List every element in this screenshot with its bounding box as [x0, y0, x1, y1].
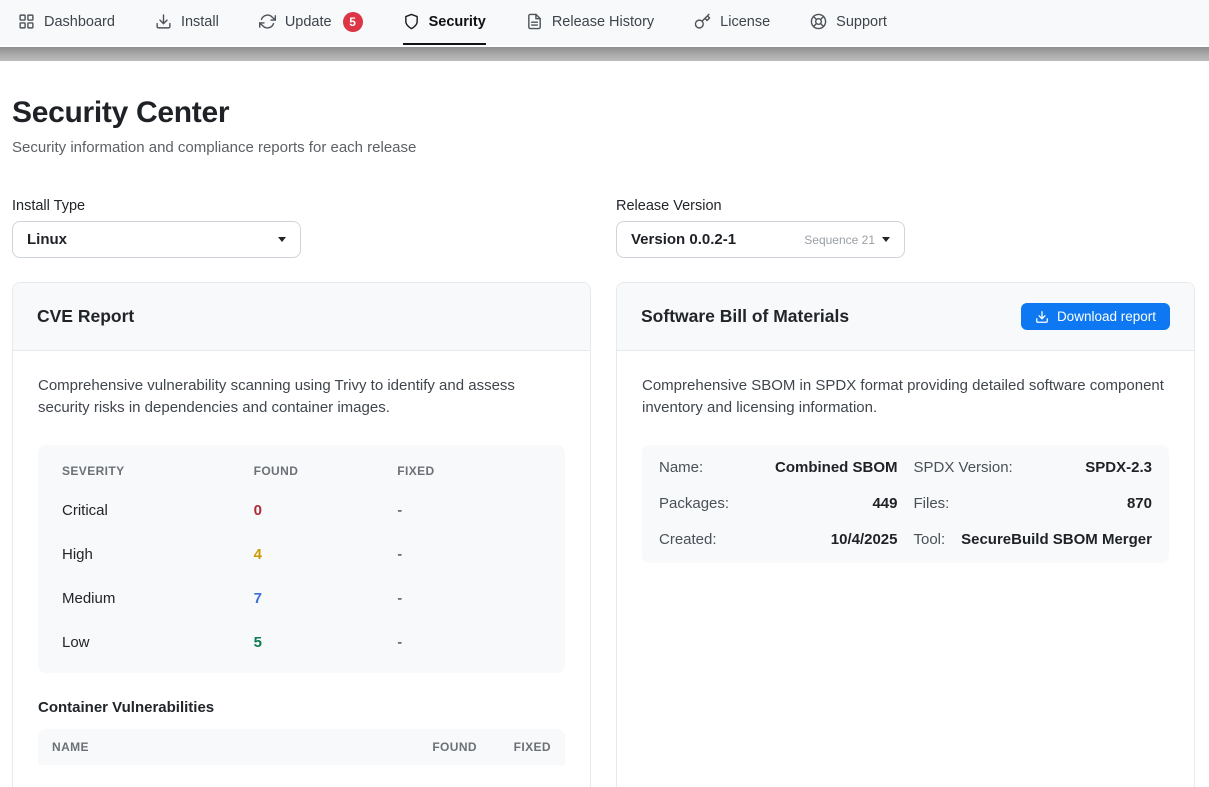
found-count: 7 — [254, 590, 398, 607]
list-item: SPDX Version: SPDX-2.3 — [914, 450, 1153, 486]
release-version-value: Version 0.0.2-1 — [631, 231, 736, 248]
found-count: 4 — [254, 546, 398, 563]
nav-item-security[interactable]: Security — [403, 0, 486, 45]
cve-card-body: Comprehensive vulnerability scanning usi… — [13, 351, 590, 787]
sequence-hint: Sequence 21 — [804, 233, 875, 247]
severity-label: Low — [62, 634, 254, 651]
download-report-button[interactable]: Download report — [1021, 303, 1170, 330]
container-vulnerabilities-table-header: NAME FOUND FIXED — [38, 729, 565, 765]
sbom-field-value: 10/4/2025 — [831, 531, 898, 548]
sbom-field-label: Created: — [659, 531, 717, 548]
sbom-field-value: 449 — [872, 495, 897, 512]
col-found: FOUND — [254, 464, 398, 478]
refresh-icon — [259, 13, 276, 30]
nav-label-dashboard: Dashboard — [44, 14, 115, 30]
release-version-select[interactable]: Version 0.0.2-1 Sequence 21 — [616, 221, 905, 258]
sbom-field-value: SecureBuild SBOM Merger — [961, 531, 1152, 548]
download-icon — [155, 13, 172, 30]
nav-label-release-history: Release History — [552, 14, 654, 30]
download-icon — [1035, 310, 1049, 324]
nav-label-support: Support — [836, 14, 887, 30]
severity-table: SEVERITY FOUND FIXED Critical 0 - High 4… — [38, 445, 565, 673]
sbom-card-body: Comprehensive SBOM in SPDX format provid… — [617, 351, 1194, 587]
nav-item-dashboard[interactable]: Dashboard — [18, 0, 115, 45]
severity-label: High — [62, 546, 254, 563]
col-severity: SEVERITY — [62, 464, 254, 478]
sbom-field-label: Files: — [914, 495, 950, 512]
sbom-field-value: Combined SBOM — [775, 459, 898, 476]
nav-label-security: Security — [429, 14, 486, 30]
col-fixed: FIXED — [477, 740, 551, 754]
nav-item-license[interactable]: License — [694, 0, 770, 45]
nav-item-support[interactable]: Support — [810, 0, 887, 45]
table-row: High 4 - — [38, 533, 565, 577]
found-count: 0 — [254, 502, 398, 519]
cve-card-header: CVE Report — [13, 283, 590, 351]
download-report-label: Download report — [1057, 309, 1156, 324]
table-row: Low 5 - — [38, 621, 565, 665]
sbom-card-title: Software Bill of Materials — [641, 306, 849, 327]
shield-icon — [403, 13, 420, 30]
severity-table-header: SEVERITY FOUND FIXED — [38, 453, 565, 489]
cards-row: CVE Report Comprehensive vulnerability s… — [12, 282, 1195, 787]
list-item: Tool: SecureBuild SBOM Merger — [914, 522, 1153, 558]
fixed-count: - — [397, 634, 541, 651]
nav-label-update: Update — [285, 14, 332, 30]
install-type-select[interactable]: Linux — [12, 221, 301, 258]
chevron-down-icon — [882, 237, 890, 242]
container-vulnerabilities-title: Container Vulnerabilities — [38, 699, 565, 716]
install-type-value: Linux — [27, 231, 67, 248]
update-count-badge: 5 — [343, 12, 363, 32]
list-item: Packages: 449 — [659, 486, 898, 522]
lifebuoy-icon — [810, 13, 827, 30]
grid-icon — [18, 13, 35, 30]
severity-label: Medium — [62, 590, 254, 607]
fixed-count: - — [397, 502, 541, 519]
fixed-count: - — [397, 546, 541, 563]
sbom-field-label: SPDX Version: — [914, 459, 1013, 476]
filters-row: Install Type Linux Release Version Versi… — [12, 198, 1195, 258]
nav-label-install: Install — [181, 14, 219, 30]
severity-label: Critical — [62, 502, 254, 519]
nav-label-license: License — [720, 14, 770, 30]
release-version-field: Release Version Version 0.0.2-1 Sequence… — [616, 198, 1195, 258]
table-row: Critical 0 - — [38, 489, 565, 533]
sbom-card: Software Bill of Materials Download repo… — [616, 282, 1195, 787]
chevron-down-icon — [278, 237, 286, 242]
page-title: Security Center — [12, 96, 1195, 130]
table-row: Medium 7 - — [38, 577, 565, 621]
col-name: NAME — [52, 740, 385, 754]
cve-card-title: CVE Report — [37, 306, 134, 327]
nav-item-install[interactable]: Install — [155, 0, 219, 45]
sbom-field-label: Tool: — [914, 531, 946, 548]
sbom-field-label: Packages: — [659, 495, 729, 512]
col-found: FOUND — [385, 740, 477, 754]
fixed-count: - — [397, 590, 541, 607]
release-version-label: Release Version — [616, 198, 1195, 214]
sbom-description: Comprehensive SBOM in SPDX format provid… — [642, 375, 1169, 419]
list-item: Files: 870 — [914, 486, 1153, 522]
install-type-label: Install Type — [12, 198, 591, 214]
top-navigation: Dashboard Install Update 5 Security Rele… — [0, 0, 1209, 45]
cve-description: Comprehensive vulnerability scanning usi… — [38, 375, 565, 419]
sbom-details-grid: Name: Combined SBOM SPDX Version: SPDX-2… — [642, 445, 1169, 563]
install-type-field: Install Type Linux — [12, 198, 591, 258]
key-icon — [694, 13, 711, 30]
content-divider-band — [0, 47, 1209, 61]
sbom-field-value: 870 — [1127, 495, 1152, 512]
sbom-card-header: Software Bill of Materials Download repo… — [617, 283, 1194, 351]
main-content: Security Center Security information and… — [0, 96, 1209, 787]
page-subtitle: Security information and compliance repo… — [12, 139, 1195, 156]
col-fixed: FIXED — [397, 464, 541, 478]
nav-item-update[interactable]: Update 5 — [259, 0, 363, 45]
list-item: Created: 10/4/2025 — [659, 522, 898, 558]
sbom-field-label: Name: — [659, 459, 703, 476]
cve-report-card: CVE Report Comprehensive vulnerability s… — [12, 282, 591, 787]
list-item: Name: Combined SBOM — [659, 450, 898, 486]
nav-item-release-history[interactable]: Release History — [526, 0, 654, 45]
sbom-field-value: SPDX-2.3 — [1085, 459, 1152, 476]
file-text-icon — [526, 13, 543, 30]
found-count: 5 — [254, 634, 398, 651]
